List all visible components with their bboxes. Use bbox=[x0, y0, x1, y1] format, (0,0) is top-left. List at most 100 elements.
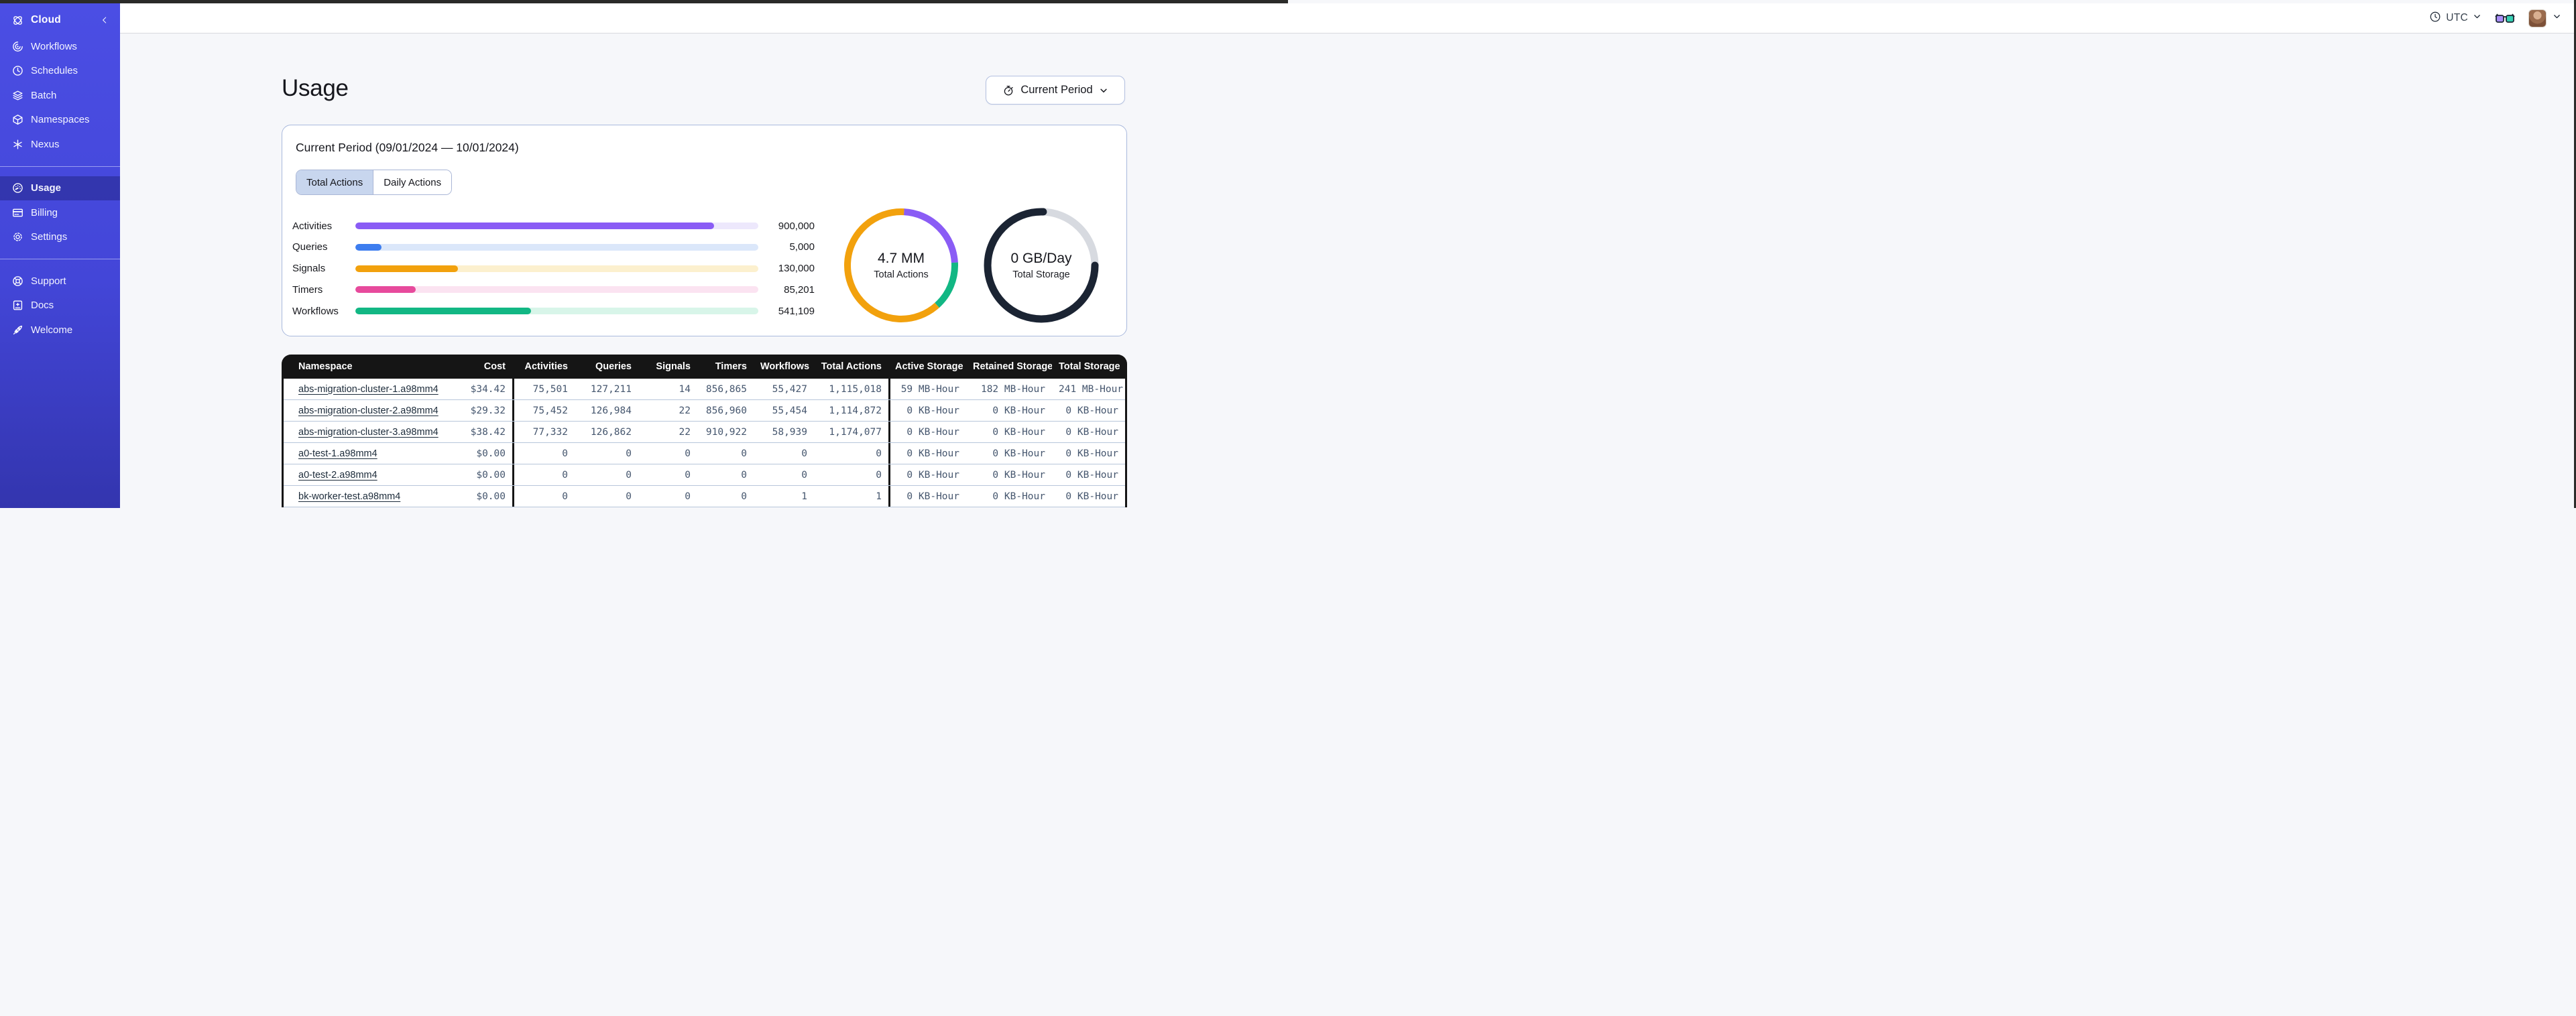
timers-cell: 856,960 bbox=[705, 405, 747, 416]
queries-cell: 0 bbox=[626, 448, 632, 459]
sidebar-item-schedules[interactable]: Schedules bbox=[0, 59, 120, 84]
signals-cell: 0 bbox=[685, 448, 691, 459]
col-total-actions: Total Actions bbox=[821, 361, 882, 372]
bar-row-queries: Queries 5,000 bbox=[292, 241, 815, 254]
total-actions-cell: 1,114,872 bbox=[829, 405, 882, 416]
chevron-down-icon bbox=[2553, 12, 2561, 24]
bar-value: 85,201 bbox=[784, 283, 815, 296]
cost-cell: $0.00 bbox=[476, 469, 506, 481]
col-activities: Activities bbox=[524, 361, 568, 372]
sidebar-item-support[interactable]: Support bbox=[0, 269, 120, 294]
workflows-cell: 0 bbox=[801, 469, 807, 481]
account-menu[interactable] bbox=[2528, 9, 2561, 27]
bar-label: Activities bbox=[292, 220, 333, 232]
sidebar-item-workflows[interactable]: Workflows bbox=[0, 34, 120, 59]
avatar[interactable] bbox=[2528, 9, 2546, 27]
sidebar-brand[interactable]: Cloud bbox=[0, 6, 120, 34]
namespace-link[interactable]: abs-migration-cluster-2.a98mm4 bbox=[298, 405, 438, 416]
timezone-label: UTC bbox=[2446, 12, 2468, 23]
bar-label: Workflows bbox=[292, 305, 339, 317]
active-storage-cell: 0 KB-Hour bbox=[888, 400, 966, 421]
collapse-sidebar-icon[interactable] bbox=[98, 14, 111, 27]
timers-cell: 0 bbox=[741, 491, 747, 502]
total-storage-cell: 241 MB-Hour bbox=[1059, 383, 1124, 395]
col-namespace: Namespace bbox=[298, 361, 353, 372]
activities-cell: 0 bbox=[512, 464, 575, 485]
total-actions-cell: 1 bbox=[876, 491, 882, 502]
actions-bar-chart: Activities 900,000 Queries 5,000 Signals… bbox=[292, 219, 815, 318]
workflows-cell: 1 bbox=[801, 491, 807, 502]
sidebar-item-nexus[interactable]: Nexus bbox=[0, 132, 120, 157]
workflows-cell: 55,454 bbox=[772, 405, 807, 416]
cost-cell: $0.00 bbox=[476, 491, 506, 502]
sidebar-item-billing[interactable]: Billing bbox=[0, 200, 120, 225]
donut-center-label: 0 GB/Day Total Storage bbox=[982, 206, 1101, 325]
period-selector-label: Current Period bbox=[1020, 84, 1093, 96]
retained-storage-cell: 182 MB-Hour bbox=[980, 383, 1045, 395]
sidebar-item-usage[interactable]: Usage bbox=[0, 176, 120, 200]
cost-cell: $29.32 bbox=[470, 405, 506, 416]
col-workflows: Workflows bbox=[760, 361, 810, 372]
namespace-link[interactable]: abs-migration-cluster-3.a98mm4 bbox=[298, 427, 438, 438]
sidebar-item-settings[interactable]: Settings bbox=[0, 225, 120, 250]
namespace-link[interactable]: a0-test-2.a98mm4 bbox=[298, 470, 377, 481]
sidebar-item-label: Nexus bbox=[31, 138, 60, 150]
total-storage-cell: 0 KB-Hour bbox=[1065, 405, 1118, 416]
activities-cell: 0 bbox=[512, 486, 575, 507]
sidebar-item-batch[interactable]: Batch bbox=[0, 83, 120, 108]
active-storage-cell: 59 MB-Hour bbox=[888, 379, 966, 399]
bar-row-signals: Signals 130,000 bbox=[292, 262, 815, 275]
signals-cell: 0 bbox=[685, 491, 691, 502]
namespace-link[interactable]: a0-test-1.a98mm4 bbox=[298, 448, 377, 459]
sidebar-item-welcome[interactable]: Welcome bbox=[0, 318, 120, 342]
total-actions-caption: Total Actions bbox=[874, 269, 929, 280]
namespace-usage-table: Namespace Cost Activities Queries Signal… bbox=[282, 355, 1127, 507]
timers-cell: 856,865 bbox=[705, 383, 747, 395]
sidebar-brand-label: Cloud bbox=[31, 14, 61, 25]
namespace-link[interactable]: bk-worker-test.a98mm4 bbox=[298, 491, 400, 502]
table-row: abs-migration-cluster-3.a98mm4 $38.42 77… bbox=[284, 422, 1125, 443]
sidebar-item-label: Settings bbox=[31, 231, 68, 243]
total-storage-cell: 0 KB-Hour bbox=[1065, 491, 1118, 502]
bar-row-workflows: Workflows 541,109 bbox=[292, 304, 815, 318]
sidebar-item-docs[interactable]: Docs bbox=[0, 294, 120, 318]
bar-fill bbox=[355, 243, 382, 251]
active-storage-cell: 0 KB-Hour bbox=[888, 464, 966, 485]
active-storage-cell: 0 KB-Hour bbox=[888, 422, 966, 442]
total-storage-value: 0 GB/Day bbox=[1010, 251, 1072, 266]
active-storage-cell: 0 KB-Hour bbox=[888, 486, 966, 507]
total-storage-donut: 0 GB/Day Total Storage bbox=[982, 206, 1101, 325]
cost-cell: $0.00 bbox=[476, 448, 506, 459]
sidebar-item-label: Workflows bbox=[31, 40, 77, 52]
queries-cell: 0 bbox=[626, 491, 632, 502]
life-buoy-icon bbox=[11, 275, 24, 288]
col-queries: Queries bbox=[595, 361, 632, 372]
timers-cell: 0 bbox=[741, 448, 747, 459]
tab-daily-actions[interactable]: Daily Actions bbox=[373, 170, 452, 194]
col-active-storage: Active Storage bbox=[895, 361, 963, 372]
workflows-cell: 58,939 bbox=[772, 426, 807, 438]
retained-storage-cell: 0 KB-Hour bbox=[992, 491, 1045, 502]
bar-track bbox=[355, 286, 758, 294]
timezone-selector[interactable]: UTC bbox=[2429, 11, 2481, 26]
chevron-down-icon bbox=[2473, 12, 2481, 24]
timers-cell: 910,922 bbox=[705, 426, 747, 438]
total-actions-cell: 1,115,018 bbox=[829, 383, 882, 395]
total-storage-cell: 0 KB-Hour bbox=[1065, 448, 1118, 459]
cost-cell: $38.42 bbox=[470, 426, 506, 438]
signals-cell: 22 bbox=[679, 405, 691, 416]
clock-icon bbox=[11, 64, 24, 77]
current-period-card: Current Period (09/01/2024 — 10/01/2024)… bbox=[282, 125, 1127, 336]
signals-cell: 0 bbox=[685, 469, 691, 481]
period-selector-button[interactable]: Current Period bbox=[986, 76, 1125, 105]
tab-total-actions[interactable]: Total Actions bbox=[296, 170, 373, 194]
total-actions-value: 4.7 MM bbox=[877, 251, 925, 266]
active-storage-cell: 0 KB-Hour bbox=[888, 443, 966, 464]
sidebar-item-namespaces[interactable]: Namespaces bbox=[0, 108, 120, 133]
table-row: a0-test-2.a98mm4 $0.00 0 0 0 0 0 0 0 KB-… bbox=[284, 464, 1125, 486]
sidebar-item-label: Support bbox=[31, 275, 66, 287]
namespace-link[interactable]: abs-migration-cluster-1.a98mm4 bbox=[298, 384, 438, 395]
glasses-icon[interactable] bbox=[2495, 13, 2515, 24]
queries-cell: 126,862 bbox=[590, 426, 632, 438]
table-header: Namespace Cost Activities Queries Signal… bbox=[282, 355, 1127, 379]
